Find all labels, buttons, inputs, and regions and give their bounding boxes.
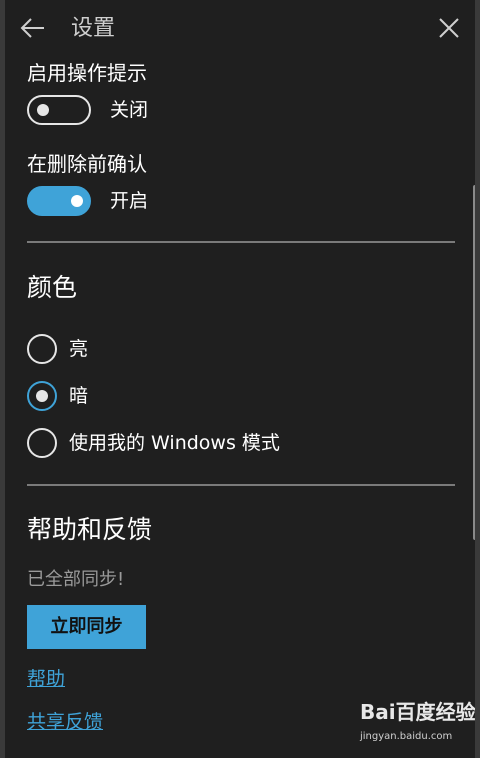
settings-panel: 设置 启用操作提示 关闭 在删除前确认 开启 颜色 亮 暗 使用我的 Windo… bbox=[5, 0, 475, 758]
watermark-url: jingyan.baidu.com bbox=[360, 731, 453, 742]
toggle-knob bbox=[37, 104, 49, 116]
radio-button-checked[interactable] bbox=[27, 381, 57, 411]
toggle-knob bbox=[71, 195, 83, 207]
radio-label: 暗 bbox=[69, 385, 89, 407]
close-icon[interactable] bbox=[437, 16, 461, 40]
page-title: 设置 bbox=[71, 16, 116, 41]
confirm-delete-toggle[interactable] bbox=[27, 186, 91, 216]
tips-setting-label: 启用操作提示 bbox=[27, 61, 147, 85]
help-section-title: 帮助和反馈 bbox=[27, 515, 153, 544]
radio-dot bbox=[36, 390, 48, 402]
radio-label: 使用我的 Windows 模式 bbox=[69, 432, 280, 454]
radio-label: 亮 bbox=[69, 338, 89, 360]
sync-status-text: 已全部同步! bbox=[27, 569, 125, 590]
arrow-left-icon[interactable] bbox=[19, 14, 47, 42]
baidu-watermark: Bai百度经验 jingyan.baidu.com bbox=[360, 700, 475, 752]
tips-toggle[interactable] bbox=[27, 95, 91, 125]
watermark-logo: Bai百度经验 bbox=[360, 700, 475, 724]
radio-button[interactable] bbox=[27, 428, 57, 458]
divider bbox=[27, 484, 455, 486]
help-link[interactable]: 帮助 bbox=[27, 666, 65, 692]
confirm-delete-label: 在删除前确认 bbox=[27, 152, 147, 176]
feedback-link[interactable]: 共享反馈 bbox=[27, 709, 103, 735]
tips-toggle-state: 关闭 bbox=[110, 99, 149, 121]
color-section-title: 颜色 bbox=[27, 273, 78, 302]
settings-header: 设置 bbox=[5, 0, 475, 58]
sync-now-button[interactable]: 立即同步 bbox=[27, 605, 146, 649]
radio-button[interactable] bbox=[27, 334, 57, 364]
scrollbar-thumb[interactable] bbox=[473, 185, 475, 540]
confirm-delete-toggle-state: 开启 bbox=[110, 190, 149, 212]
divider bbox=[27, 241, 455, 243]
